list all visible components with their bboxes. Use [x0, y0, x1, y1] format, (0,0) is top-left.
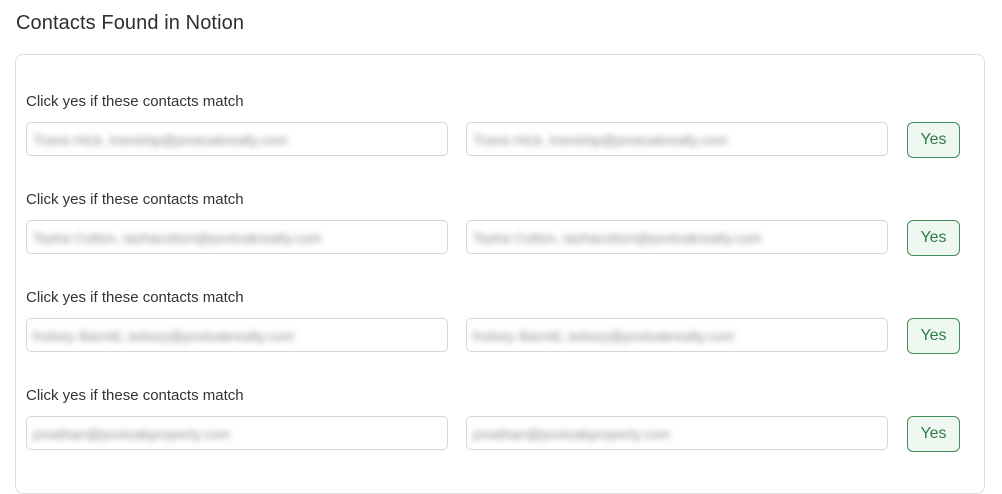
left-contact-value: Kelsey Barrett, kelsey@pxxtoakrealty.com [33, 328, 295, 344]
left-contact-field[interactable]: Tasha Cotton, tashacotton@pxxtoakrealty.… [26, 220, 448, 254]
match-prompt: Click yes if these contacts match [26, 191, 244, 208]
yes-button[interactable]: Yes [907, 416, 960, 452]
left-contact-field[interactable]: Kelsey Barrett, kelsey@pxxtoakrealty.com [26, 318, 448, 352]
right-contact-field[interactable]: Kelsey Barrett, kelsey@pxxtoakrealty.com [466, 318, 888, 352]
right-contact-value: Travis Hick, traviship@pxxtoakrealty.com [473, 132, 728, 148]
yes-button[interactable]: Yes [907, 220, 960, 256]
right-contact-value: jonathan@pxxtoakproperty.com [473, 426, 670, 442]
page-title: Contacts Found in Notion [16, 12, 245, 34]
yes-button[interactable]: Yes [907, 318, 960, 354]
right-contact-field[interactable]: Tasha Cotton, tashacotton@pxxtoakrealty.… [466, 220, 888, 254]
match-prompt: Click yes if these contacts match [26, 93, 244, 110]
match-row: Click yes if these contacts match jonath… [16, 387, 986, 485]
left-contact-field[interactable]: jonathan@pxxtoakproperty.com [26, 416, 448, 450]
match-row: Click yes if these contacts match Travis… [16, 93, 986, 191]
right-contact-value: Tasha Cotton, tashacotton@pxxtoakrealty.… [473, 230, 762, 246]
right-contact-value: Kelsey Barrett, kelsey@pxxtoakrealty.com [473, 328, 735, 344]
match-prompt: Click yes if these contacts match [26, 387, 244, 404]
left-contact-value: Travis Hick, traviship@pxxtoakrealty.com [33, 132, 288, 148]
yes-button[interactable]: Yes [907, 122, 960, 158]
contacts-match-panel: Click yes if these contacts match Travis… [15, 54, 985, 494]
left-contact-value: jonathan@pxxtoakproperty.com [33, 426, 230, 442]
left-contact-field[interactable]: Travis Hick, traviship@pxxtoakrealty.com [26, 122, 448, 156]
match-row: Click yes if these contacts match Kelsey… [16, 289, 986, 387]
right-contact-field[interactable]: jonathan@pxxtoakproperty.com [466, 416, 888, 450]
left-contact-value: Tasha Cotton, tashacotton@pxxtoakrealty.… [33, 230, 322, 246]
match-prompt: Click yes if these contacts match [26, 289, 244, 306]
right-contact-field[interactable]: Travis Hick, traviship@pxxtoakrealty.com [466, 122, 888, 156]
match-row: Click yes if these contacts match Tasha … [16, 191, 986, 289]
